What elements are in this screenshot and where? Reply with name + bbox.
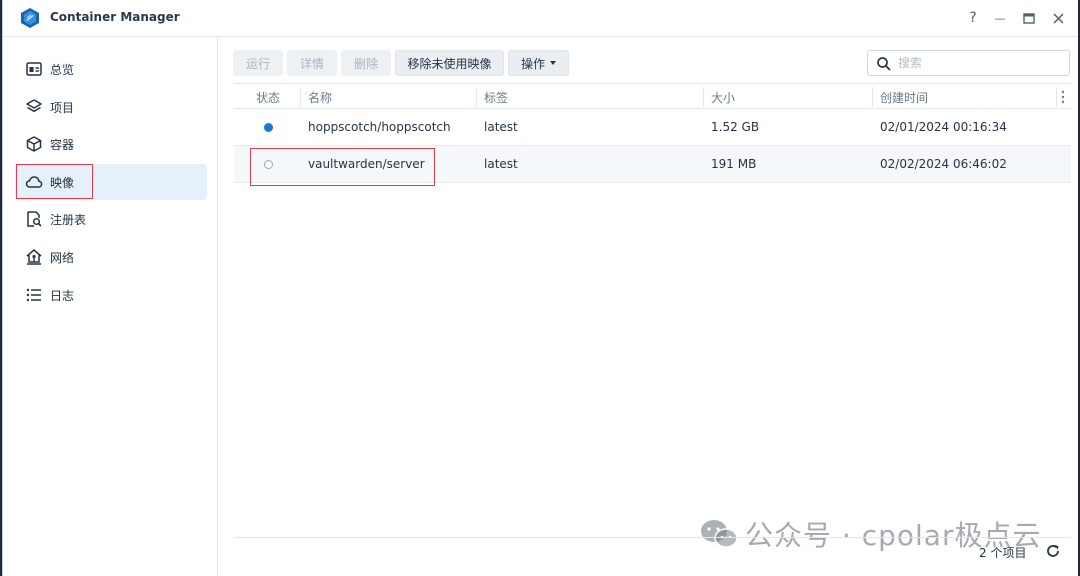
close-icon — [1052, 12, 1064, 24]
layers-icon — [26, 99, 42, 113]
sidebar-item-label: 注册表 — [50, 213, 87, 227]
sidebar-item-network[interactable]: 网络 — [15, 239, 207, 275]
maximize-icon — [1023, 12, 1035, 24]
sidebar: 总览 项目 容器 映像 注册表 网络 日志 — [3, 37, 218, 576]
search-input[interactable] — [898, 54, 1058, 72]
details-button[interactable]: 详情 — [287, 50, 337, 76]
search-box[interactable] — [867, 50, 1070, 76]
maximize-button[interactable] — [1019, 8, 1039, 28]
refresh-icon[interactable] — [1045, 543, 1061, 559]
search-icon — [877, 57, 891, 71]
cell-created: 02/02/2024 06:46:02 — [880, 157, 1007, 171]
cell-size: 1.52 GB — [711, 120, 760, 134]
sidebar-item-projects[interactable]: 项目 — [15, 89, 207, 125]
minimize-icon: — — [994, 11, 1006, 25]
remove-unused-images-button[interactable]: 移除未使用映像 — [395, 50, 504, 76]
wechat-icon — [701, 520, 738, 548]
minimize-button[interactable]: — — [990, 8, 1010, 28]
cell-created: 02/01/2024 00:16:34 — [880, 120, 1007, 134]
help-icon: ? — [969, 10, 977, 26]
sidebar-item-label: 日志 — [50, 289, 75, 303]
help-button[interactable]: ? — [963, 8, 983, 28]
cell-name: hoppscotch/hoppscotch — [308, 120, 451, 134]
overview-icon — [26, 62, 42, 76]
cell-tag: latest — [484, 120, 518, 134]
sidebar-item-label: 容器 — [50, 138, 75, 152]
header-name[interactable]: 名称 — [308, 89, 332, 106]
highlight-box-image-row — [250, 148, 435, 186]
delete-button[interactable]: 删除 — [341, 50, 391, 76]
footer-divider — [234, 537, 1071, 538]
sidebar-item-label: 网络 — [50, 251, 75, 265]
header-tag[interactable]: 标签 — [484, 89, 508, 106]
column-divider[interactable] — [872, 87, 873, 107]
status-running-icon — [264, 123, 273, 132]
window-title: Container Manager — [50, 10, 180, 24]
box-icon — [26, 136, 42, 152]
column-divider[interactable] — [703, 87, 704, 107]
registry-icon — [27, 211, 42, 227]
header-created[interactable]: 创建时间 — [880, 89, 928, 106]
sidebar-item-label: 总览 — [50, 63, 75, 77]
sidebar-item-label: 项目 — [50, 101, 75, 115]
actions-dropdown-button[interactable]: 操作 — [508, 50, 569, 76]
cell-tag: latest — [484, 157, 518, 171]
header-size[interactable]: 大小 — [711, 89, 735, 106]
column-divider[interactable] — [476, 87, 477, 107]
cell-size: 191 MB — [711, 157, 757, 171]
item-count: 2 个项目 — [979, 546, 1027, 560]
network-icon — [26, 249, 42, 265]
column-divider[interactable] — [1056, 87, 1057, 107]
log-icon — [26, 288, 41, 302]
table-row[interactable]: hoppscotch/hoppscotch latest 1.52 GB 02/… — [234, 109, 1071, 146]
sidebar-item-containers[interactable]: 容器 — [15, 126, 207, 162]
column-menu-icon[interactable] — [1061, 90, 1065, 104]
container-manager-logo-icon — [21, 8, 39, 28]
sidebar-item-overview[interactable]: 总览 — [15, 51, 207, 87]
title-bar: Container Manager ? — — [3, 0, 1078, 36]
run-button[interactable]: 运行 — [233, 50, 283, 76]
close-button[interactable] — [1048, 8, 1068, 28]
column-divider[interactable] — [300, 87, 301, 107]
app-window: Container Manager ? — 总览 项目 容器 映像 注册表 网络… — [2, 0, 1078, 576]
sidebar-item-registry[interactable]: 注册表 — [15, 201, 207, 237]
header-status[interactable]: 状态 — [256, 89, 280, 106]
highlight-box-images — [16, 164, 93, 199]
actions-label: 操作 — [520, 56, 545, 71]
sidebar-item-logs[interactable]: 日志 — [15, 277, 207, 313]
caret-down-icon — [550, 61, 556, 65]
table-header: 状态 名称 标签 大小 创建时间 — [234, 83, 1071, 109]
